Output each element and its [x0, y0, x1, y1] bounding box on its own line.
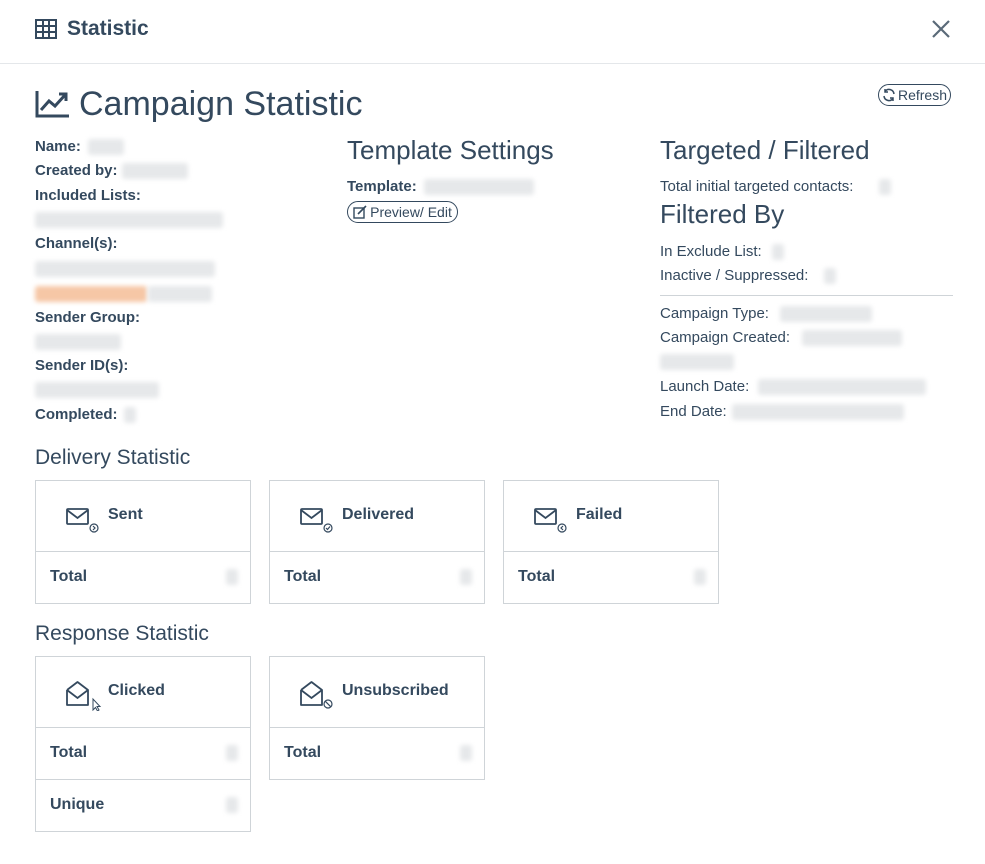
- envelope-open-unsubscribed-icon: [298, 679, 338, 716]
- failed-card-title: Failed: [576, 506, 623, 523]
- delivered-total-label: Total: [284, 568, 322, 585]
- completed-value-redacted: [124, 407, 136, 423]
- clicked-total-value-redacted: [226, 745, 238, 761]
- sender-ids-value-redacted: [35, 382, 159, 398]
- sent-card-header: Sent: [36, 481, 250, 552]
- launch-date-label: Launch Date:: [660, 378, 750, 395]
- failed-total-row: Total: [504, 552, 718, 603]
- close-icon: [932, 20, 950, 38]
- launch-date-value-redacted: [758, 379, 926, 395]
- targeted-heading: Targeted / Filtered: [660, 135, 870, 165]
- unsubscribed-card-header: Unsubscribed: [270, 657, 484, 728]
- sent-card: Sent Total: [35, 480, 251, 604]
- unsubscribed-total-label: Total: [284, 744, 322, 761]
- name-value-redacted: [88, 139, 124, 155]
- clicked-card: Clicked Total Unique: [35, 656, 251, 832]
- inactive-value-redacted: [824, 268, 836, 284]
- included-lists-value-redacted: [35, 212, 223, 228]
- envelope-delivered-icon: [298, 503, 334, 538]
- failed-total-value-redacted: [694, 569, 706, 585]
- preview-edit-button[interactable]: Preview/ Edit: [347, 201, 458, 223]
- unsubscribed-card: Unsubscribed Total: [269, 656, 485, 780]
- channels-extra-redacted: [148, 286, 212, 302]
- campaign-created-value-redacted: [802, 330, 902, 346]
- sender-group-value-redacted: [35, 334, 121, 350]
- clicked-card-title: Clicked: [108, 682, 165, 699]
- total-initial-label: Total initial targeted contacts:: [660, 178, 854, 195]
- delivery-statistic-heading: Delivery Statistic: [35, 446, 191, 469]
- unsubscribed-total-value-redacted: [460, 745, 472, 761]
- clicked-total-label: Total: [50, 744, 88, 761]
- failed-total-label: Total: [518, 568, 556, 585]
- divider: [660, 295, 953, 296]
- envelope-failed-icon: [532, 503, 568, 538]
- template-label: Template:: [347, 178, 417, 195]
- delivered-total-value-redacted: [460, 569, 472, 585]
- unsubscribed-total-row: Total: [270, 728, 484, 779]
- exclude-list-label: In Exclude List:: [660, 243, 762, 260]
- close-button[interactable]: [930, 18, 952, 40]
- clicked-unique-row: Unique: [36, 780, 250, 831]
- envelope-open-clicked-icon: [64, 679, 104, 716]
- created-by-value-redacted: [122, 163, 188, 179]
- refresh-button[interactable]: Refresh: [878, 84, 951, 106]
- preview-edit-label: Preview/ Edit: [370, 204, 452, 220]
- created-by-label: Created by:: [35, 162, 118, 179]
- sent-total-row: Total: [36, 552, 250, 603]
- campaign-created-label: Campaign Created:: [660, 329, 791, 346]
- campaign-type-value-redacted: [780, 306, 872, 322]
- channels-label: Channel(s):: [35, 235, 118, 252]
- refresh-label: Refresh: [897, 87, 948, 103]
- total-initial-value-redacted: [879, 179, 891, 195]
- filtered-by-heading: Filtered By: [660, 199, 785, 229]
- clicked-total-row: Total: [36, 728, 250, 780]
- failed-card: Failed Total: [503, 480, 719, 604]
- clicked-unique-value-redacted: [226, 797, 238, 813]
- included-lists-label: Included Lists:: [35, 187, 141, 204]
- modal-title: Statistic: [67, 17, 149, 40]
- campaign-created-time-redacted: [660, 354, 734, 370]
- sender-group-label: Sender Group:: [35, 309, 141, 326]
- name-label: Name:: [35, 138, 81, 155]
- completed-label: Completed:: [35, 406, 118, 423]
- inactive-label: Inactive / Suppressed:: [660, 267, 809, 284]
- page-title: Campaign Statistic: [79, 85, 363, 123]
- clicked-card-header: Clicked: [36, 657, 250, 728]
- table-icon: [35, 19, 57, 44]
- unsubscribed-card-title: Unsubscribed: [342, 682, 449, 699]
- modal-header: Statistic: [0, 0, 985, 64]
- channels-value-redacted: [35, 261, 215, 277]
- sent-total-value-redacted: [226, 569, 238, 585]
- clicked-unique-label: Unique: [50, 796, 105, 813]
- template-value-redacted: [424, 179, 534, 195]
- delivered-card-title: Delivered: [342, 506, 415, 523]
- template-settings-heading: Template Settings: [347, 135, 554, 165]
- sender-ids-label: Sender ID(s):: [35, 357, 129, 374]
- delivered-total-row: Total: [270, 552, 484, 603]
- edit-icon: [353, 205, 367, 219]
- failed-card-header: Failed: [504, 481, 718, 552]
- exclude-list-value-redacted: [772, 244, 784, 260]
- end-date-label: End Date:: [660, 403, 727, 420]
- delivered-card: Delivered Total: [269, 480, 485, 604]
- line-chart-icon: [35, 90, 70, 123]
- sent-card-title: Sent: [108, 506, 143, 523]
- response-statistic-heading: Response Statistic: [35, 622, 209, 645]
- end-date-value-redacted: [732, 404, 904, 420]
- envelope-sent-icon: [64, 503, 100, 538]
- refresh-icon: [883, 88, 895, 102]
- sent-total-label: Total: [50, 568, 88, 585]
- campaign-type-label: Campaign Type:: [660, 305, 769, 322]
- delivered-card-header: Delivered: [270, 481, 484, 552]
- channels-badge-redacted: [35, 286, 147, 302]
